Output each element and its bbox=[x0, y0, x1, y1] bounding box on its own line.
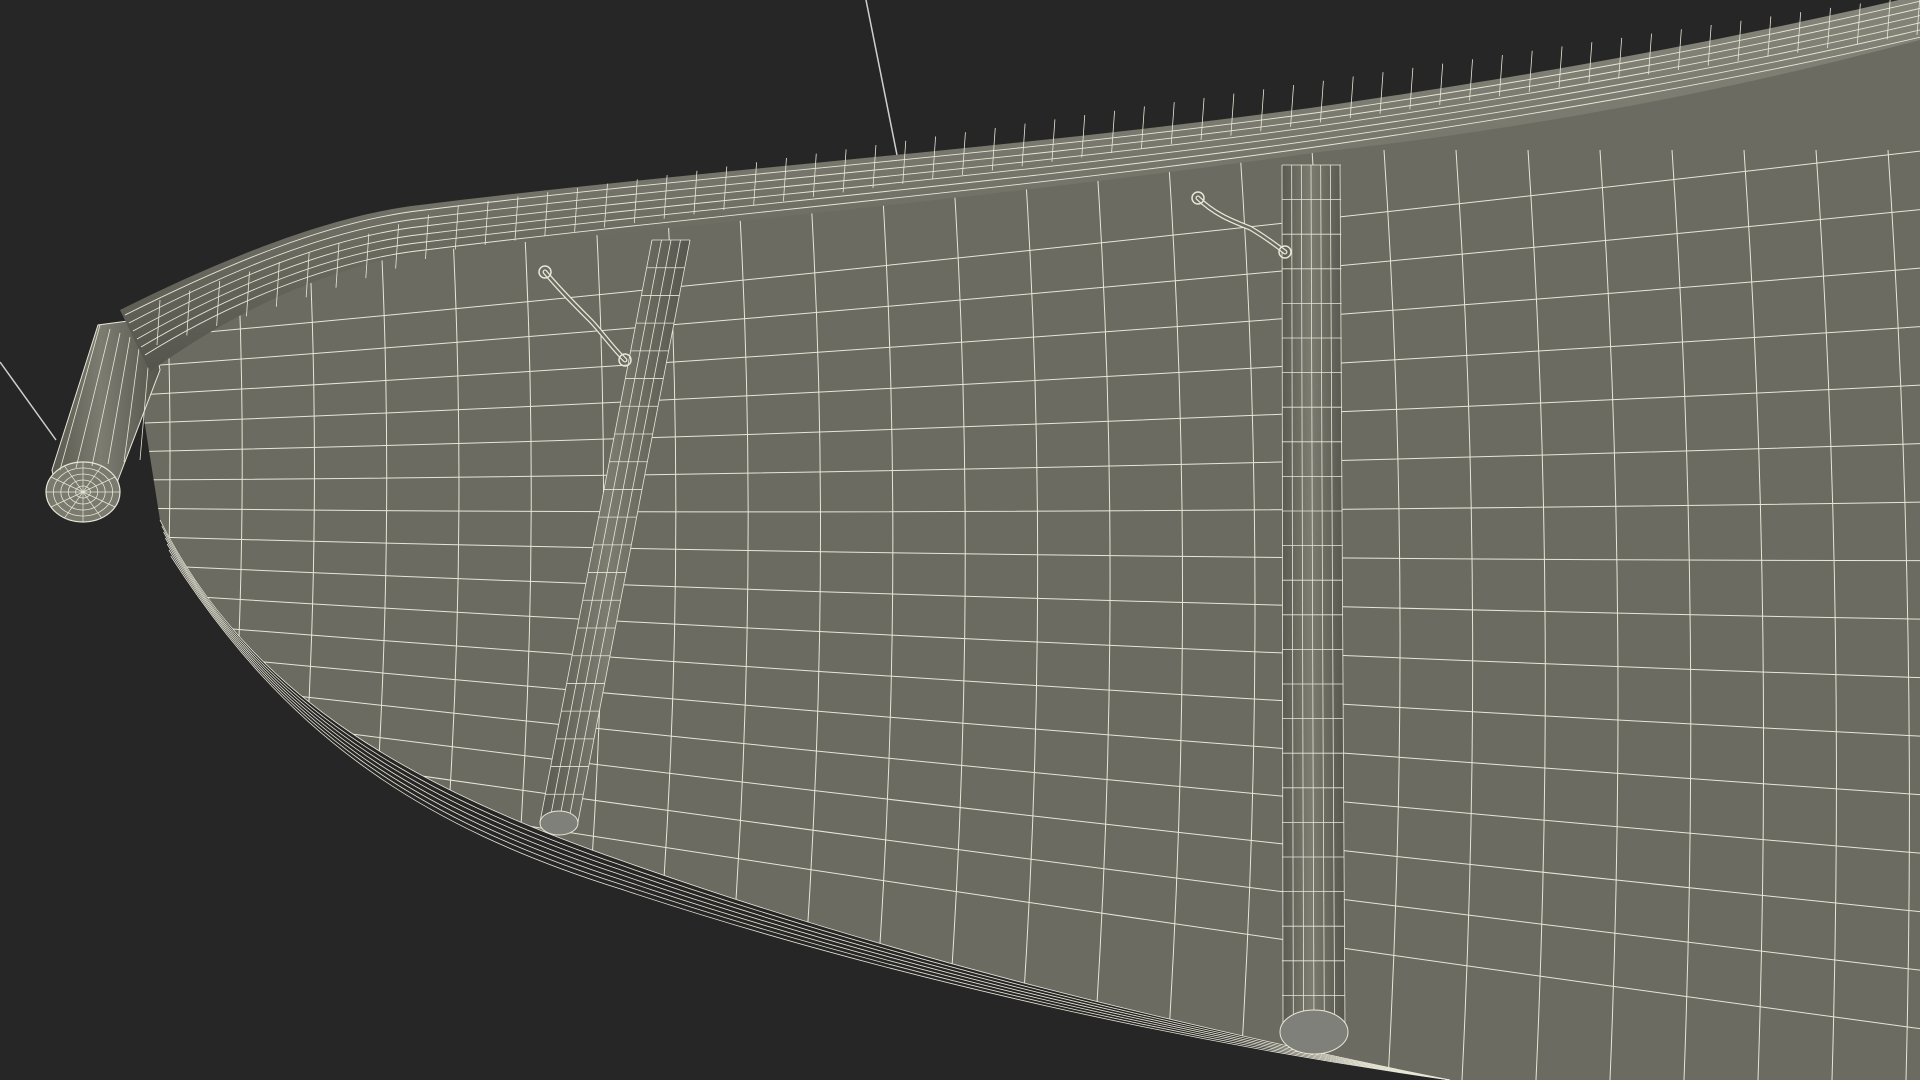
guide-line-left bbox=[0, 361, 57, 441]
right-strut bbox=[1279, 164, 1349, 1055]
guide-line-top bbox=[865, 0, 898, 156]
wireframe-scene bbox=[0, 0, 1920, 1080]
render-viewport bbox=[0, 0, 1920, 1080]
